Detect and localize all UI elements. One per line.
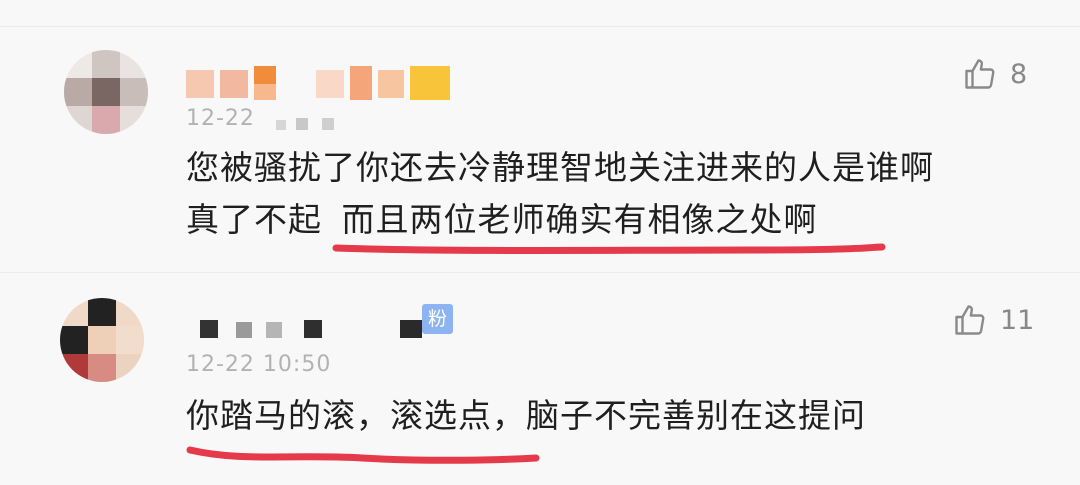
- fan-badge-label: 粉: [428, 308, 448, 330]
- comment-item: 粉 12-22 10:50 11 你踏马的滚，滚选点，脑子不完善别在这提问: [0, 272, 1080, 485]
- comment-item: 12-22 8 您被骚扰了你还去冷静理智地关注进来的人是谁啊 真了不起 而且两位…: [0, 0, 1080, 270]
- comment-text-plain: 脑子不完善别在这提问: [526, 396, 866, 435]
- fan-badge: 粉: [422, 304, 454, 334]
- timestamp-redacted: [276, 114, 356, 134]
- avatar[interactable]: [64, 50, 148, 134]
- avatar[interactable]: [60, 298, 144, 382]
- thumbs-up-icon: [965, 59, 995, 89]
- like-count: 11: [1000, 304, 1035, 336]
- red-underline-mark: [332, 243, 886, 254]
- comment-timestamp: 12-22: [186, 106, 255, 131]
- comment-text-plain: 真了不起: [186, 200, 322, 239]
- like-button[interactable]: 11: [952, 302, 1034, 338]
- comment-text-highlighted: 你踏马的滚，滚选点，: [186, 396, 526, 435]
- thumbs-up-icon: [955, 305, 985, 335]
- comment-timestamp: 12-22 10:50: [186, 352, 332, 377]
- comment-text-line1: 您被骚扰了你还去冷静理智地关注进来的人是谁啊: [186, 148, 934, 187]
- username-redacted[interactable]: [186, 66, 456, 100]
- like-count: 8: [1010, 58, 1028, 90]
- like-button[interactable]: 8: [962, 56, 1027, 92]
- username-redacted[interactable]: [200, 312, 430, 346]
- red-underline-mark: [186, 446, 540, 464]
